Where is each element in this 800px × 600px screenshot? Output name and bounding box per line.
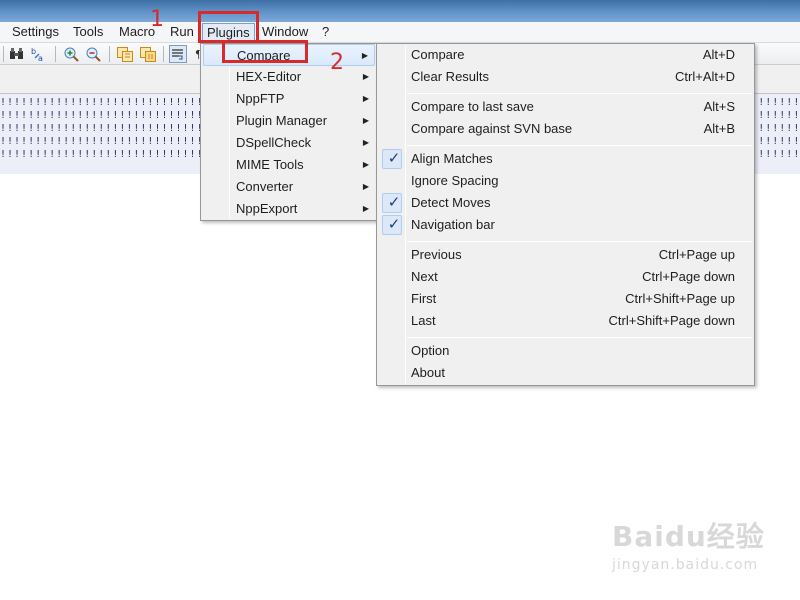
plugins-menu: Compare ▶ HEX-Editor ▶ NppFTP ▶ Plugin M…	[200, 43, 378, 221]
menu-item-label: Option	[411, 343, 450, 358]
menu-item-label: First	[411, 291, 437, 306]
step-number-2: 2	[330, 50, 344, 75]
plugins-item-converter[interactable]: Converter ▶	[203, 176, 375, 198]
compare-item-clear-results[interactable]: Clear Results Ctrl+Alt+D	[379, 66, 752, 88]
menu-run[interactable]: Run	[170, 22, 194, 43]
menu-item-label: Last	[411, 313, 436, 328]
menu-item-label: Next	[411, 269, 438, 284]
menu-item-label: Ignore Spacing	[411, 173, 499, 188]
word-wrap-icon[interactable]	[169, 45, 187, 63]
menu-separator	[407, 145, 752, 146]
menu-item-label: Plugin Manager	[236, 113, 328, 128]
compare-submenu: Compare Alt+D Clear Results Ctrl+Alt+D C…	[376, 43, 755, 386]
menu-item-label: DSpellCheck	[236, 135, 312, 150]
menu-item-label: Clear Results	[411, 69, 490, 84]
menu-bar: Settings Tools Macro Run Plugins Window …	[0, 22, 800, 43]
toolbar-separator	[109, 46, 110, 62]
submenu-arrow-icon: ▶	[362, 182, 369, 191]
toolbar-separator	[55, 46, 56, 62]
find-icon[interactable]	[8, 45, 26, 63]
menu-item-label: Compare to last save	[411, 99, 534, 114]
plugins-item-dspellcheck[interactable]: DSpellCheck ▶	[203, 132, 375, 154]
menu-settings[interactable]: Settings	[12, 22, 59, 43]
menu-item-label: Compare against SVN base	[411, 121, 573, 136]
submenu-arrow-icon: ▶	[362, 94, 369, 103]
plugins-item-nppftp[interactable]: NppFTP ▶	[203, 88, 375, 110]
compare-item-compare-svn-base[interactable]: Compare against SVN base Alt+B	[379, 118, 752, 140]
menu-separator	[407, 337, 752, 338]
menu-item-label: Detect Moves	[411, 195, 491, 210]
menu-help[interactable]: ?	[322, 22, 329, 43]
step-number-1: 1	[150, 7, 164, 32]
checkmark-icon: ✓	[387, 150, 401, 167]
compare-item-detect-moves[interactable]: ✓ Detect Moves	[379, 192, 752, 214]
plugins-item-nppexport[interactable]: NppExport ▶	[203, 198, 375, 220]
plugins-item-plugin-manager[interactable]: Plugin Manager ▶	[203, 110, 375, 132]
menu-item-shortcut: Ctrl+Shift+Page down	[608, 313, 735, 328]
submenu-arrow-icon: ▶	[362, 116, 369, 125]
sync-horizontal-icon[interactable]	[139, 45, 157, 63]
watermark-url: jingyan.baidu.com	[612, 557, 759, 573]
highlight-box-plugins	[198, 11, 259, 43]
menu-item-label: Compare	[411, 47, 465, 62]
checkmark-icon: ✓	[387, 194, 401, 211]
menu-item-shortcut: Alt+B	[703, 121, 735, 136]
menu-item-shortcut: Alt+D	[702, 47, 735, 62]
menu-item-shortcut: Ctrl+Page down	[642, 269, 735, 284]
submenu-arrow-icon: ▶	[362, 204, 369, 213]
plugins-item-mime-tools[interactable]: MIME Tools ▶	[203, 154, 375, 176]
toolbar-separator	[163, 46, 164, 62]
compare-item-previous[interactable]: Previous Ctrl+Page up	[379, 244, 752, 266]
menu-item-label: MIME Tools	[236, 157, 304, 172]
menu-item-label: NppFTP	[236, 91, 285, 106]
compare-item-last[interactable]: Last Ctrl+Shift+Page down	[379, 310, 752, 332]
compare-item-first[interactable]: First Ctrl+Shift+Page up	[379, 288, 752, 310]
zoom-out-icon[interactable]	[84, 45, 102, 63]
compare-item-navigation-bar[interactable]: ✓ Navigation bar	[379, 214, 752, 236]
menu-separator	[407, 93, 752, 94]
replace-icon[interactable]: ba	[30, 45, 48, 63]
menu-item-shortcut: Ctrl+Shift+Page up	[625, 291, 735, 306]
compare-item-compare[interactable]: Compare Alt+D	[379, 44, 752, 66]
compare-item-compare-last-save[interactable]: Compare to last save Alt+S	[379, 96, 752, 118]
window-title-bar	[0, 0, 800, 22]
checkmark-icon: ✓	[387, 216, 401, 233]
compare-item-about[interactable]: About	[379, 362, 752, 384]
toolbar-separator	[3, 46, 4, 62]
menu-item-shortcut: Alt+S	[703, 99, 735, 114]
menu-item-label: HEX-Editor	[236, 69, 302, 84]
svg-text:a: a	[38, 54, 43, 63]
menu-separator	[407, 241, 752, 242]
sync-vertical-icon[interactable]	[116, 45, 134, 63]
menu-item-label: Converter	[236, 179, 294, 194]
menu-tools[interactable]: Tools	[73, 22, 103, 43]
menu-item-label: Align Matches	[411, 151, 493, 166]
highlight-box-compare	[222, 40, 308, 63]
menu-item-label: Previous	[411, 247, 462, 262]
watermark: Baidu经验 jingyan.baidu.com	[612, 515, 765, 573]
plugins-item-hex-editor[interactable]: HEX-Editor ▶	[203, 66, 375, 88]
compare-item-option[interactable]: Option	[379, 340, 752, 362]
submenu-arrow-icon: ▶	[361, 51, 368, 60]
menu-item-label: NppExport	[236, 201, 298, 216]
zoom-in-icon[interactable]	[62, 45, 80, 63]
submenu-arrow-icon: ▶	[362, 138, 369, 147]
compare-item-next[interactable]: Next Ctrl+Page down	[379, 266, 752, 288]
menu-item-label: Navigation bar	[411, 217, 495, 232]
compare-item-align-matches[interactable]: ✓ Align Matches	[379, 148, 752, 170]
menu-item-label: About	[411, 365, 445, 380]
watermark-logo: Baidu经验	[612, 520, 765, 553]
svg-text:b: b	[31, 47, 36, 56]
submenu-arrow-icon: ▶	[362, 72, 369, 81]
menu-item-shortcut: Ctrl+Page up	[658, 247, 735, 262]
submenu-arrow-icon: ▶	[362, 160, 369, 169]
menu-item-shortcut: Ctrl+Alt+D	[675, 69, 735, 84]
compare-item-ignore-spacing[interactable]: Ignore Spacing	[379, 170, 752, 192]
